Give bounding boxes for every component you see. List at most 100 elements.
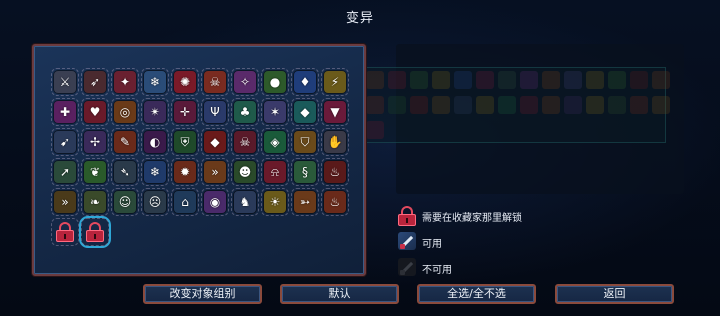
shadow-claw-icon: ✴ bbox=[141, 98, 169, 126]
mutation-slot[interactable]: ⚡ bbox=[320, 67, 350, 97]
mutation-slot[interactable]: ✛ bbox=[170, 97, 200, 127]
fire-bomb-icon: ✹ bbox=[171, 158, 199, 186]
flame-sword-icon: ✎ bbox=[111, 128, 139, 156]
mutation-slot[interactable]: ◎ bbox=[110, 97, 140, 127]
purple-flask-icon: ✚ bbox=[51, 98, 79, 126]
blood-drop-icon: ♥ bbox=[81, 98, 109, 126]
wind-blade-icon: ➴ bbox=[111, 158, 139, 186]
tentacle-icon: § bbox=[291, 158, 319, 186]
arrow-rain-icon: ➹ bbox=[51, 128, 79, 156]
legend-row-unavailable: 不可用 bbox=[398, 255, 522, 281]
mutation-slot[interactable]: ❄ bbox=[140, 157, 170, 187]
lock-icon bbox=[398, 206, 416, 226]
spear-icon: ➚ bbox=[51, 158, 79, 186]
mutation-slot[interactable]: ⌂ bbox=[170, 187, 200, 217]
shadow-mask-icon: ◐ bbox=[141, 128, 169, 156]
toggle-all-button[interactable]: 全选/全不选 bbox=[417, 284, 536, 304]
mutation-slot[interactable]: ♞ bbox=[230, 187, 260, 217]
green-beast-icon: ♣ bbox=[231, 98, 259, 126]
back-button[interactable]: 返回 bbox=[555, 284, 674, 304]
background-row bbox=[366, 71, 670, 91]
fire-arrow-icon: ➳ bbox=[291, 188, 319, 216]
mutation-slot[interactable]: ◆ bbox=[200, 127, 230, 157]
mutation-slot[interactable]: ♦ bbox=[290, 67, 320, 97]
mutation-slot[interactable]: ♣ bbox=[230, 97, 260, 127]
red-gem-icon: ◆ bbox=[201, 128, 229, 156]
crosshair-icon: ✛ bbox=[171, 98, 199, 126]
blood-vial-icon: ♨ bbox=[321, 158, 349, 186]
mutation-slot[interactable]: ➶ bbox=[80, 67, 110, 97]
orange-ring-icon: ◎ bbox=[111, 98, 139, 126]
mutation-slot[interactable]: ♥ bbox=[80, 97, 110, 127]
lightning-icon: ⚡ bbox=[321, 68, 349, 96]
mutation-slot[interactable]: ➚ bbox=[50, 157, 80, 187]
mutation-slot[interactable]: ♨ bbox=[320, 157, 350, 187]
legend: 需要在收藏家那里解锁 可用 不可用 bbox=[398, 203, 522, 281]
mutation-slot[interactable]: ⛨ bbox=[170, 127, 200, 157]
screen-title: 变异 bbox=[345, 11, 374, 26]
mutation-slot[interactable]: § bbox=[290, 157, 320, 187]
mutation-slot[interactable]: » bbox=[50, 187, 80, 217]
crossbow-icon: ➶ bbox=[81, 68, 109, 96]
change-group-button[interactable]: 改变对象组别 bbox=[143, 284, 262, 304]
mutation-slot[interactable]: ● bbox=[260, 67, 290, 97]
mutation-slot[interactable]: ⍾ bbox=[260, 157, 290, 187]
mutation-slot[interactable]: » bbox=[200, 157, 230, 187]
mutation-slot[interactable]: ✎ bbox=[110, 127, 140, 157]
mutation-slot[interactable]: ✢ bbox=[80, 127, 110, 157]
mutation-slot[interactable]: ❦ bbox=[80, 157, 110, 187]
mutation-slot[interactable]: ❄ bbox=[140, 67, 170, 97]
vampire-fang-icon: ▼ bbox=[321, 98, 349, 126]
sword-icon-available bbox=[398, 232, 416, 252]
mutation-slot[interactable]: ☠ bbox=[230, 127, 260, 157]
legend-label-unavailable: 不可用 bbox=[422, 264, 452, 276]
ogre-icon: ☻ bbox=[231, 158, 259, 186]
legend-label-available: 可用 bbox=[422, 238, 442, 250]
mutation-slot[interactable]: ◆ bbox=[290, 97, 320, 127]
blue-potion-icon: ♦ bbox=[291, 68, 319, 96]
mutation-slot[interactable]: ☻ bbox=[230, 157, 260, 187]
mutation-slot[interactable]: ☀ bbox=[260, 187, 290, 217]
mutation-slot[interactable]: ☹ bbox=[140, 187, 170, 217]
mutation-slot[interactable]: ☠ bbox=[200, 67, 230, 97]
sword-icon-unavailable bbox=[398, 258, 416, 278]
mask-icon: ☺ bbox=[111, 188, 139, 216]
background-row bbox=[366, 121, 384, 141]
magic-wand-icon: ✧ bbox=[231, 68, 259, 96]
speed-arrows-icon: » bbox=[51, 188, 79, 216]
mutation-slot[interactable]: ♨ bbox=[320, 187, 350, 217]
mutation-slot[interactable]: ➴ bbox=[110, 157, 140, 187]
vine-icon: ❦ bbox=[81, 158, 109, 186]
mutation-slot[interactable]: ➹ bbox=[50, 127, 80, 157]
mutation-slot[interactable]: ◈ bbox=[260, 127, 290, 157]
locked-mutation-slot[interactable] bbox=[50, 217, 80, 247]
red-blade-icon: ✦ bbox=[111, 68, 139, 96]
sun-icon: ☀ bbox=[261, 188, 289, 216]
mutation-slot[interactable]: Ψ bbox=[200, 97, 230, 127]
mutation-slot[interactable]: ⛉ bbox=[290, 127, 320, 157]
poison-dagger-icon: ✢ bbox=[81, 128, 109, 156]
mutation-slot[interactable]: ▼ bbox=[320, 97, 350, 127]
temple-icon: ⌂ bbox=[171, 188, 199, 216]
trident-icon: Ψ bbox=[201, 98, 229, 126]
mutation-slot[interactable]: ❧ bbox=[80, 187, 110, 217]
sword-sparkle-icon: ⚔ bbox=[51, 68, 79, 96]
double-arrow-icon: » bbox=[201, 158, 229, 186]
mutation-slot[interactable]: ✴ bbox=[140, 97, 170, 127]
mutation-slot[interactable]: ✚ bbox=[50, 97, 80, 127]
mutation-slot[interactable]: ✹ bbox=[170, 157, 200, 187]
mutation-slot[interactable]: ✦ bbox=[110, 67, 140, 97]
default-button[interactable]: 默认 bbox=[280, 284, 399, 304]
mutation-slot[interactable]: ✋ bbox=[320, 127, 350, 157]
purple-orb-icon: ◉ bbox=[201, 188, 229, 216]
mutation-slot[interactable]: ➳ bbox=[290, 187, 320, 217]
locked-mutation-slot[interactable] bbox=[79, 216, 111, 248]
mutation-slot[interactable]: ✧ bbox=[230, 67, 260, 97]
mutation-slot[interactable]: ✺ bbox=[170, 67, 200, 97]
mutation-slot[interactable]: ✶ bbox=[260, 97, 290, 127]
mutation-slot[interactable]: ◉ bbox=[200, 187, 230, 217]
mutation-slot[interactable]: ☺ bbox=[110, 187, 140, 217]
mutation-slot[interactable]: ⚔ bbox=[50, 67, 80, 97]
mutation-slot[interactable]: ◐ bbox=[140, 127, 170, 157]
green-orb-icon: ● bbox=[261, 68, 289, 96]
